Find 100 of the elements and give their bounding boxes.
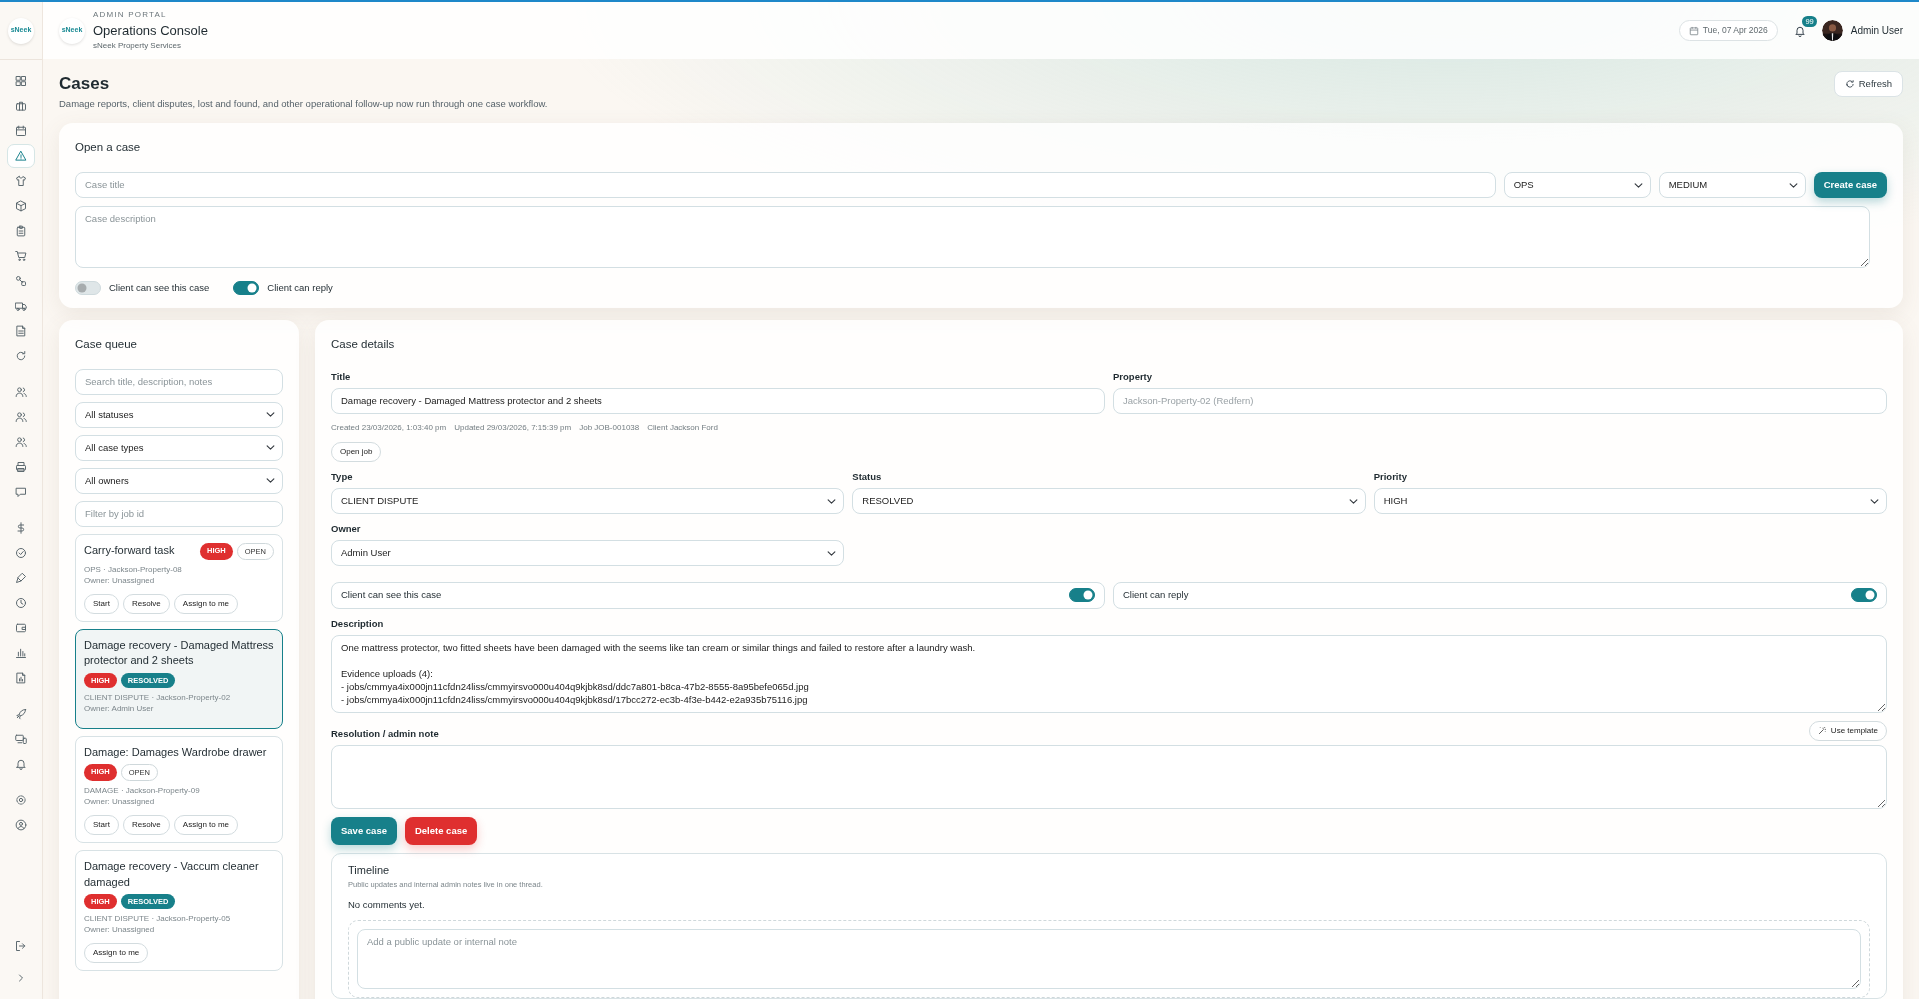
timeline-title: Timeline xyxy=(348,863,391,878)
sidebar-item[interactable] xyxy=(7,144,35,168)
field-select[interactable]: CLIENT DISPUTE xyxy=(331,488,845,514)
job-filter-field[interactable]: Filter by job id xyxy=(75,500,283,527)
card-heading: Case queue xyxy=(75,337,139,353)
company-name: sNeek Property Services xyxy=(93,40,183,53)
toggle-label: Client can reply xyxy=(1123,588,1190,603)
case-meta: Updated 29/03/2026, 7:15:39 pm xyxy=(454,421,572,434)
field-label: Resolution / admin note xyxy=(331,726,439,741)
description-field[interactable]: One mattress protector, two fitted sheets have been damaged with the seems like tan cream or similar things and failed to restore after a laundry wash. Evidence uploads (4): - jobs/cmmya4ix000jn11cfdn24liss/cmmyirsvo000u404q9kjbk8sd/ddc7a801-b8ca-47b2-8555-8a95befe065d.jpg - jobs/cmmya4ix000jn11cfdn24liss/cmmyirsvo000u404q9kjbk8sd/17bcc272-ec3b-4f3e-b442-e2a935b75116.jpg xyxy=(331,634,1887,713)
save-case-button[interactable]: Save case xyxy=(331,816,397,845)
brush-icon xyxy=(15,572,27,584)
field-label: Priority xyxy=(1373,469,1408,484)
card-heading: Open a case xyxy=(75,139,142,155)
field-select[interactable]: Admin User xyxy=(331,540,845,567)
toggle-label: Client can see this case xyxy=(341,588,443,603)
case-action-button[interactable]: Start xyxy=(84,593,119,614)
page-title: Cases xyxy=(59,73,111,95)
field-label: Description xyxy=(331,616,385,631)
type-select[interactable]: OPS xyxy=(1503,172,1651,199)
field-label: Property xyxy=(1113,369,1154,384)
search-field[interactable]: Search title, description, notes xyxy=(75,368,283,395)
magic-wand-icon xyxy=(1817,726,1827,736)
cart-icon xyxy=(15,250,27,262)
case-title: Damage: Damages Wardrobe drawer xyxy=(84,744,268,760)
users-icon xyxy=(15,436,27,448)
filter-select[interactable]: All statuses xyxy=(75,401,283,428)
case-action-button[interactable]: Assign to me xyxy=(173,593,239,614)
case-action-button[interactable]: Assign to me xyxy=(84,943,149,964)
toggle-label: Client can reply xyxy=(267,281,333,296)
resolution-field[interactable] xyxy=(331,744,1887,809)
case-title-field[interactable]: Case title xyxy=(75,172,1496,199)
field-label: Owner xyxy=(331,522,362,536)
field-label: Title xyxy=(331,369,352,384)
shapes-icon xyxy=(15,275,27,287)
bell-icon xyxy=(1793,24,1806,37)
field-label: Status xyxy=(852,469,883,484)
toggle-label: Client can see this case xyxy=(109,281,210,296)
case-action-button[interactable]: Resolve xyxy=(122,815,170,836)
filter-select[interactable]: All owners xyxy=(75,467,283,494)
field-select[interactable]: HIGH xyxy=(1373,488,1887,514)
toggle-switch[interactable] xyxy=(233,281,260,296)
briefcase-icon xyxy=(15,100,27,112)
case-meta: DAMAGE · Jackson-Property-09 xyxy=(84,785,201,797)
open-job-button[interactable]: Open job xyxy=(331,441,382,462)
chat-icon xyxy=(15,486,27,498)
case-meta: Job JOB-001038 xyxy=(579,421,640,434)
truck-icon xyxy=(15,300,27,312)
logout-icon xyxy=(15,940,27,952)
bell-icon xyxy=(15,758,27,770)
box-icon xyxy=(15,200,27,212)
delete-case-button[interactable]: Delete case xyxy=(404,816,478,845)
title-field[interactable]: Damage recovery - Damaged Mattress protector and 2 sheets xyxy=(331,387,1105,414)
warning-icon xyxy=(15,150,27,162)
date-pill: Tue, 07 Apr 2026 xyxy=(1678,20,1778,41)
page-subtitle: Damage reports, client disputes, lost and found, and other operational follow-up now run through one case workflow. xyxy=(59,96,548,111)
case-owner: Owner: Unassigned xyxy=(84,924,156,936)
case-action-button[interactable]: Resolve xyxy=(122,593,170,614)
empty-message: No comments yet. xyxy=(348,897,426,912)
check-circle-icon xyxy=(15,547,27,559)
field-select[interactable]: RESOLVED xyxy=(852,488,1366,514)
toggle-switch[interactable] xyxy=(1851,588,1877,603)
devices-icon xyxy=(15,733,27,745)
users-icon xyxy=(15,386,27,398)
user-circle-icon xyxy=(15,819,27,831)
filter-select[interactable]: All case types xyxy=(75,434,283,461)
notification-button[interactable] xyxy=(1793,24,1806,37)
user-name: Admin User xyxy=(1850,24,1903,38)
app-title: Operations Console xyxy=(93,21,208,40)
case-action-button[interactable]: Start xyxy=(84,815,119,836)
priority-select[interactable]: MEDIUM xyxy=(1658,172,1806,199)
case-description-field[interactable]: Case description xyxy=(75,206,1870,269)
toggle-switch[interactable] xyxy=(1069,588,1095,603)
create-case-button[interactable]: Create case xyxy=(1813,172,1887,199)
use-template-button[interactable]: Use template xyxy=(1808,720,1887,741)
calendar-icon xyxy=(15,125,27,137)
clock-icon xyxy=(15,597,27,609)
clipboard-icon xyxy=(15,225,27,237)
refresh-icon xyxy=(15,350,27,362)
calendar-icon xyxy=(1688,25,1699,36)
refresh-button[interactable]: Refresh xyxy=(1833,71,1903,98)
settings-icon xyxy=(15,794,27,806)
refresh-icon xyxy=(1844,79,1855,90)
case-meta: Client Jackson Ford xyxy=(647,421,718,434)
case-meta: CLIENT DISPUTE · Jackson-Property-05 xyxy=(84,913,232,925)
file-chart-icon xyxy=(15,672,27,684)
case-title: Carry-forward task xyxy=(84,542,176,558)
case-owner: Owner: Admin User xyxy=(84,702,155,714)
wallet-icon xyxy=(15,622,27,634)
field-label: Type xyxy=(331,469,354,484)
case-title: Damage recovery - Damaged Mattress protector and 2 sheets xyxy=(84,637,274,669)
property-field: Jackson-Property-02 (Redfern) xyxy=(1113,387,1887,414)
bar-chart-icon xyxy=(15,647,27,659)
case-owner: Owner: Unassigned xyxy=(84,796,156,808)
case-meta: Created 23/03/2026, 1:03:40 pm xyxy=(331,421,447,434)
users-icon xyxy=(15,411,27,423)
dashboard-icon xyxy=(15,75,27,87)
case-action-button[interactable]: Assign to me xyxy=(173,815,239,836)
shirt-icon xyxy=(15,175,27,187)
comment-field[interactable]: Add a public update or internal note xyxy=(357,929,1861,989)
